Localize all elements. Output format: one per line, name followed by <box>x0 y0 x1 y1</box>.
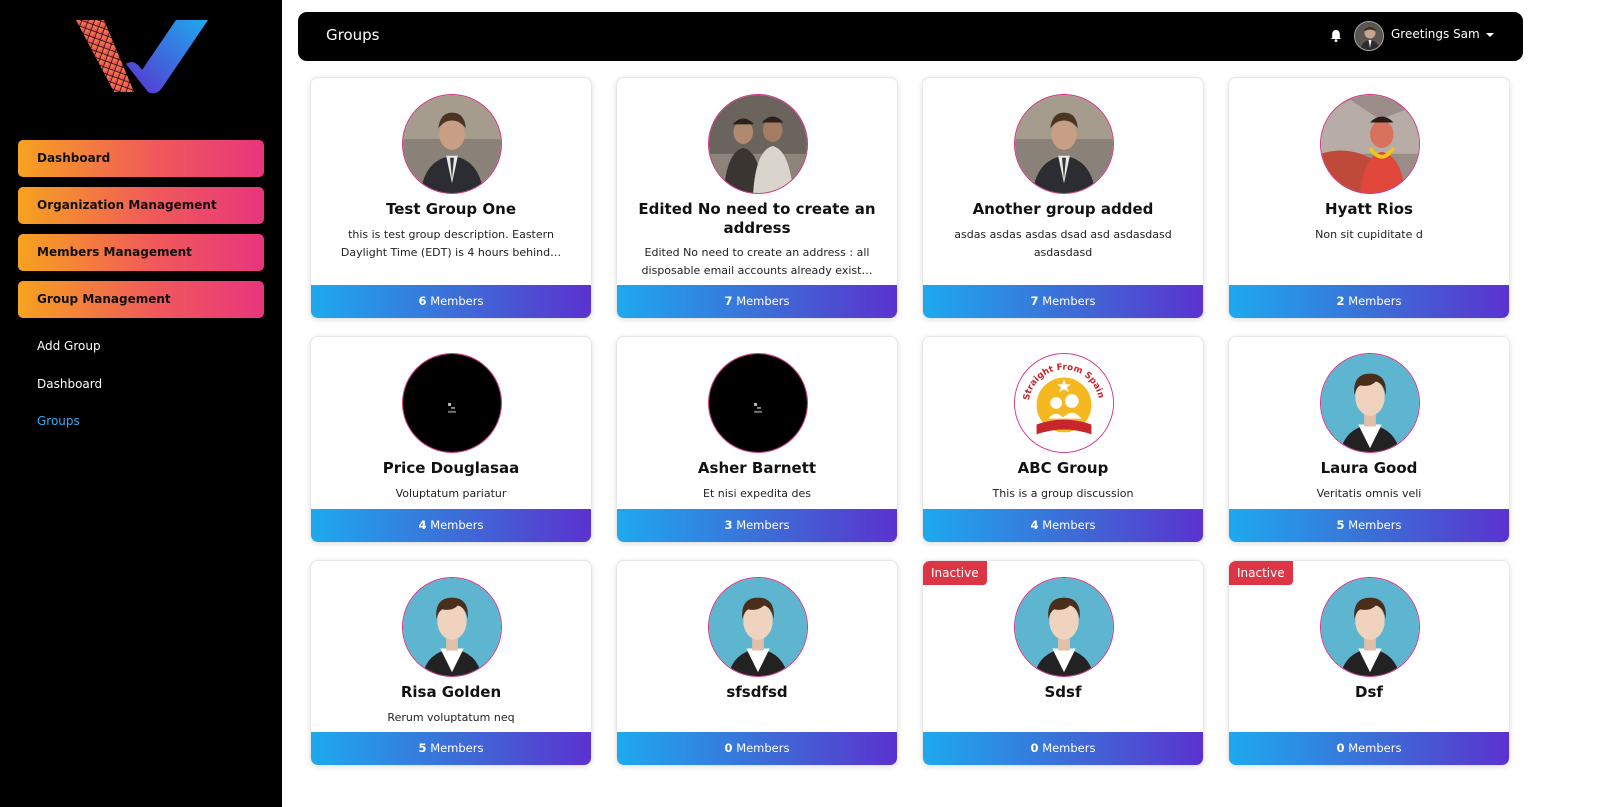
group-name: ABC Group <box>1017 459 1109 477</box>
members-count-button[interactable]: 5 Members <box>311 732 591 765</box>
members-count-button[interactable]: 0 Members <box>1229 732 1509 765</box>
members-count-button[interactable]: 7 Members <box>923 285 1203 318</box>
group-name: Dsf <box>1355 683 1383 701</box>
group-avatar <box>708 353 808 453</box>
members-count: 4 <box>1030 518 1039 532</box>
group-card[interactable]: Asher Barnett Et nisi expedita des 3 Mem… <box>616 336 898 543</box>
default-avatar <box>1014 577 1114 677</box>
sublink-dashboard[interactable]: Dashboard <box>37 377 102 391</box>
group-card[interactable]: Straight From Spain Academy ABC Group Th… <box>922 336 1204 543</box>
members-count: 3 <box>724 518 733 532</box>
sublink-add-group[interactable]: Add Group <box>37 339 101 353</box>
group-name: Risa Golden <box>400 683 502 701</box>
members-count: 5 <box>1336 518 1345 532</box>
group-name: sfsdfsd <box>726 683 788 701</box>
sidebar: Dashboard Organization Management Member… <box>0 0 282 807</box>
bell-icon[interactable] <box>1328 28 1344 44</box>
greeting-label: Greetings Sam <box>1391 27 1480 41</box>
group-description: Voluptatum pariatur <box>395 487 507 500</box>
members-count: 0 <box>1030 741 1039 755</box>
brand-logo[interactable] <box>76 18 208 94</box>
group-card[interactable]: Laura Good Veritatis omnis veli 5 Member… <box>1228 336 1510 543</box>
group-name: Edited No need to create an address <box>638 200 876 237</box>
group-name: Test Group One <box>386 200 516 218</box>
academy-logo: Straight From Spain Academy <box>1014 353 1114 453</box>
group-name: Sdsf <box>1044 683 1082 701</box>
members-count: 7 <box>724 294 733 308</box>
members-count-button[interactable]: 0 Members <box>923 732 1203 765</box>
group-description: asdas asdas asdas dsad asd asdasdasd asd… <box>954 228 1172 259</box>
nav-group-management[interactable]: Group Management <box>18 281 264 318</box>
members-label: Members <box>1348 294 1402 308</box>
members-count-button[interactable]: 0 Members <box>617 732 897 765</box>
user-avatar[interactable] <box>1354 21 1384 51</box>
group-name: Laura Good <box>1320 459 1418 477</box>
nav-dashboard[interactable]: Dashboard <box>18 140 264 177</box>
group-avatar <box>402 353 502 453</box>
top-header: Groups Greetings Sam <box>298 12 1523 61</box>
chevron-down-icon <box>1485 32 1494 37</box>
status-badge: Inactive <box>1229 561 1293 585</box>
group-description: Rerum voluptatum neq <box>387 711 515 724</box>
members-label: Members <box>736 518 790 532</box>
group-description: This is a group discussion <box>992 487 1134 500</box>
group-description: this is test group description. Eastern … <box>340 228 562 259</box>
group-name: Another group added <box>972 200 1154 218</box>
nav-members-management[interactable]: Members Management <box>18 234 264 271</box>
default-avatar <box>1320 353 1420 453</box>
members-count-button[interactable]: 4 Members <box>311 509 591 542</box>
group-card[interactable]: Edited No need to create an address Edit… <box>616 77 898 319</box>
group-description: Veritatis omnis veli <box>1316 487 1422 500</box>
members-count: 0 <box>724 741 733 755</box>
members-label: Members <box>1348 741 1402 755</box>
group-card[interactable]: Price Douglasaa Voluptatum pariatur 4 Me… <box>310 336 592 543</box>
group-name: Asher Barnett <box>697 459 817 477</box>
members-label: Members <box>430 294 484 308</box>
members-label: Members <box>430 741 484 755</box>
default-avatar <box>708 577 808 677</box>
group-card[interactable]: Test Group One this is test group descri… <box>310 77 592 319</box>
sublink-groups[interactable]: Groups <box>37 414 80 428</box>
members-count-button[interactable]: 3 Members <box>617 509 897 542</box>
group-card[interactable]: sfsdfsd 0 Members <box>616 560 898 766</box>
members-count-button[interactable]: 6 Members <box>311 285 591 318</box>
members-count: 2 <box>1336 294 1345 308</box>
group-card[interactable]: Risa Golden Rerum voluptatum neq 5 Membe… <box>310 560 592 766</box>
members-count-button[interactable]: 5 Members <box>1229 509 1509 542</box>
members-label: Members <box>1042 518 1096 532</box>
group-card[interactable]: Inactive Dsf 0 Members <box>1228 560 1510 766</box>
members-count: 6 <box>418 294 427 308</box>
members-label: Members <box>1042 741 1096 755</box>
members-label: Members <box>1042 294 1096 308</box>
default-avatar <box>402 577 502 677</box>
members-count: 5 <box>418 741 427 755</box>
members-label: Members <box>736 741 790 755</box>
group-description: Et nisi expedita des <box>703 487 811 500</box>
group-name: Hyatt Rios <box>1325 200 1413 218</box>
members-label: Members <box>1348 518 1402 532</box>
members-count-button[interactable]: 2 Members <box>1229 285 1509 318</box>
group-name: Price Douglasaa <box>382 459 520 477</box>
members-count-button[interactable]: 7 Members <box>617 285 897 318</box>
group-avatar <box>708 94 808 194</box>
nav-organization-management[interactable]: Organization Management <box>18 187 264 224</box>
members-count: 0 <box>1336 741 1345 755</box>
group-card[interactable]: Hyatt Rios Non sit cupiditate d 2 Member… <box>1228 77 1510 319</box>
group-avatar <box>402 94 502 194</box>
members-label: Members <box>430 518 484 532</box>
members-count-button[interactable]: 4 Members <box>923 509 1203 542</box>
group-card[interactable]: Inactive Sdsf 0 Members <box>922 560 1204 766</box>
group-card[interactable]: Another group added asdas asdas asdas ds… <box>922 77 1204 319</box>
default-avatar <box>1320 577 1420 677</box>
status-badge: Inactive <box>923 561 987 585</box>
members-count: 7 <box>1030 294 1039 308</box>
members-label: Members <box>736 294 790 308</box>
group-description: Edited No need to create an address : al… <box>641 246 873 277</box>
page-title: Groups <box>326 26 380 44</box>
group-avatar <box>1014 94 1114 194</box>
group-avatar <box>1320 94 1420 194</box>
group-description: Non sit cupiditate d <box>1315 228 1423 241</box>
user-menu-toggle[interactable]: Greetings Sam <box>1391 27 1494 41</box>
members-count: 4 <box>418 518 427 532</box>
